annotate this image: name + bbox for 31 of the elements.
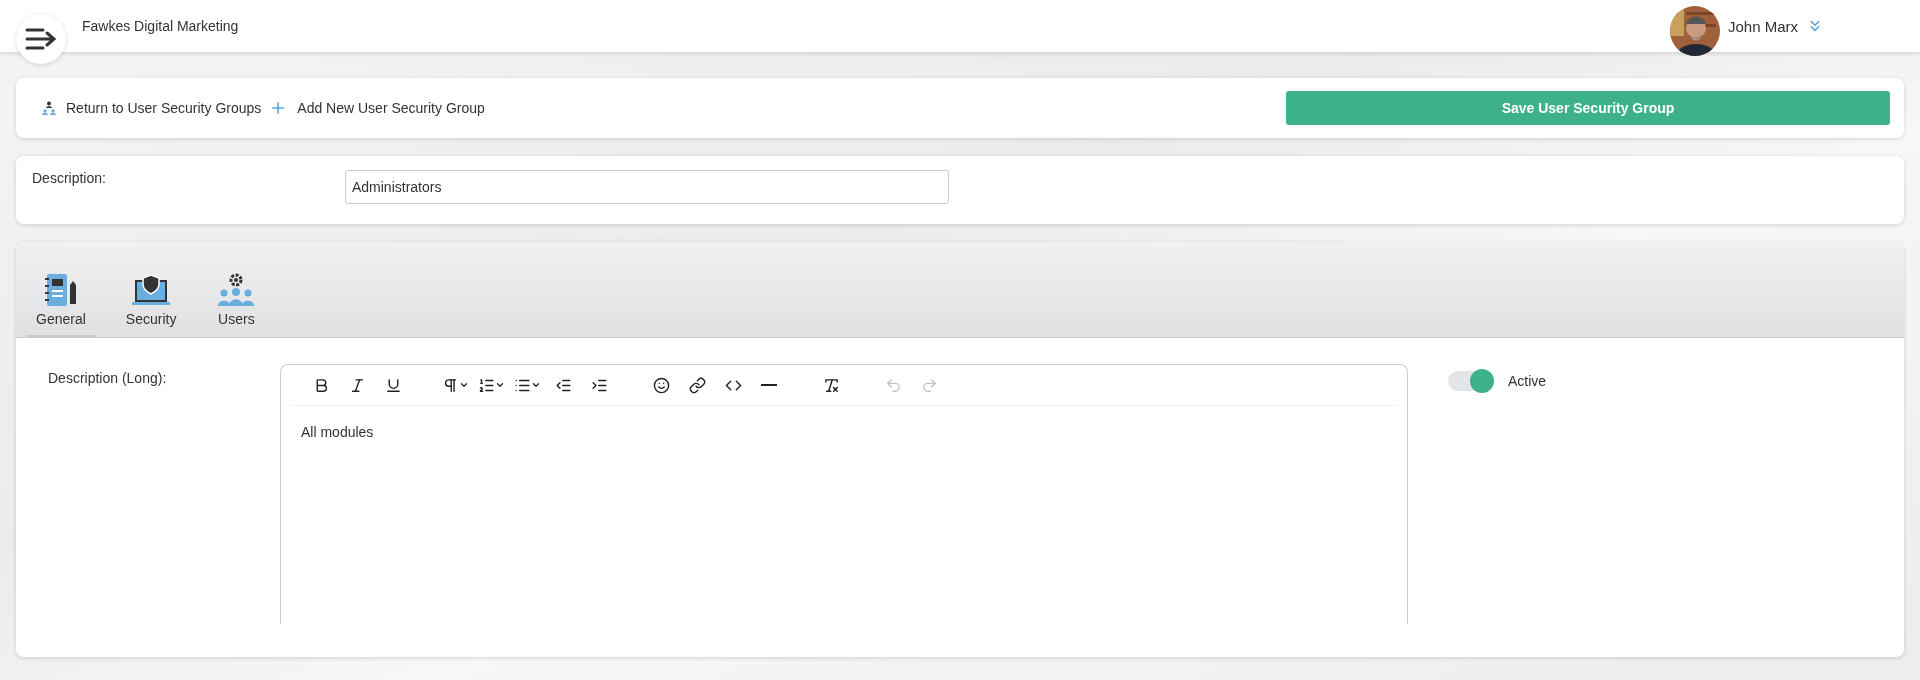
- active-toggle[interactable]: [1448, 371, 1494, 391]
- redo-icon: [920, 376, 938, 394]
- undo-icon: [884, 376, 902, 394]
- long-description-label: Description (Long):: [48, 370, 168, 388]
- ordered-list-icon: [477, 376, 495, 394]
- notebook-icon: [42, 273, 79, 307]
- editor-text: All modules: [301, 424, 375, 440]
- link-icon: [688, 376, 706, 394]
- description-field[interactable]: Administrators: [344, 170, 949, 204]
- caret-icon: [530, 380, 541, 390]
- rule-icon: [761, 384, 777, 386]
- tab[interactable]: Security: [115, 273, 187, 337]
- tab[interactable]: Users: [206, 273, 267, 337]
- tab[interactable]: General: [26, 273, 96, 337]
- description-label: Description:: [32, 170, 106, 186]
- menu-button[interactable]: [16, 14, 66, 64]
- return-link[interactable]: Return to User Security Groups: [42, 100, 262, 116]
- menu-arrow-icon: [25, 27, 57, 51]
- rich-text-editor[interactable]: All modules: [280, 364, 1408, 624]
- hierarchy-icon: [42, 101, 56, 115]
- caret-icon: [458, 380, 469, 390]
- underline-icon: [384, 376, 402, 394]
- clear-format-icon: [822, 376, 840, 394]
- add-group-link[interactable]: Add New User Security Group: [269, 99, 485, 117]
- users-gear-icon: [216, 273, 257, 307]
- user-name[interactable]: John Marx: [1727, 17, 1798, 35]
- caret-icon: [494, 380, 505, 390]
- emoji-icon: [652, 376, 670, 394]
- laptop-shield-icon: [130, 273, 173, 307]
- company-name: Fawkes Digital Marketing: [82, 18, 239, 34]
- active-label: Active: [1508, 373, 1547, 389]
